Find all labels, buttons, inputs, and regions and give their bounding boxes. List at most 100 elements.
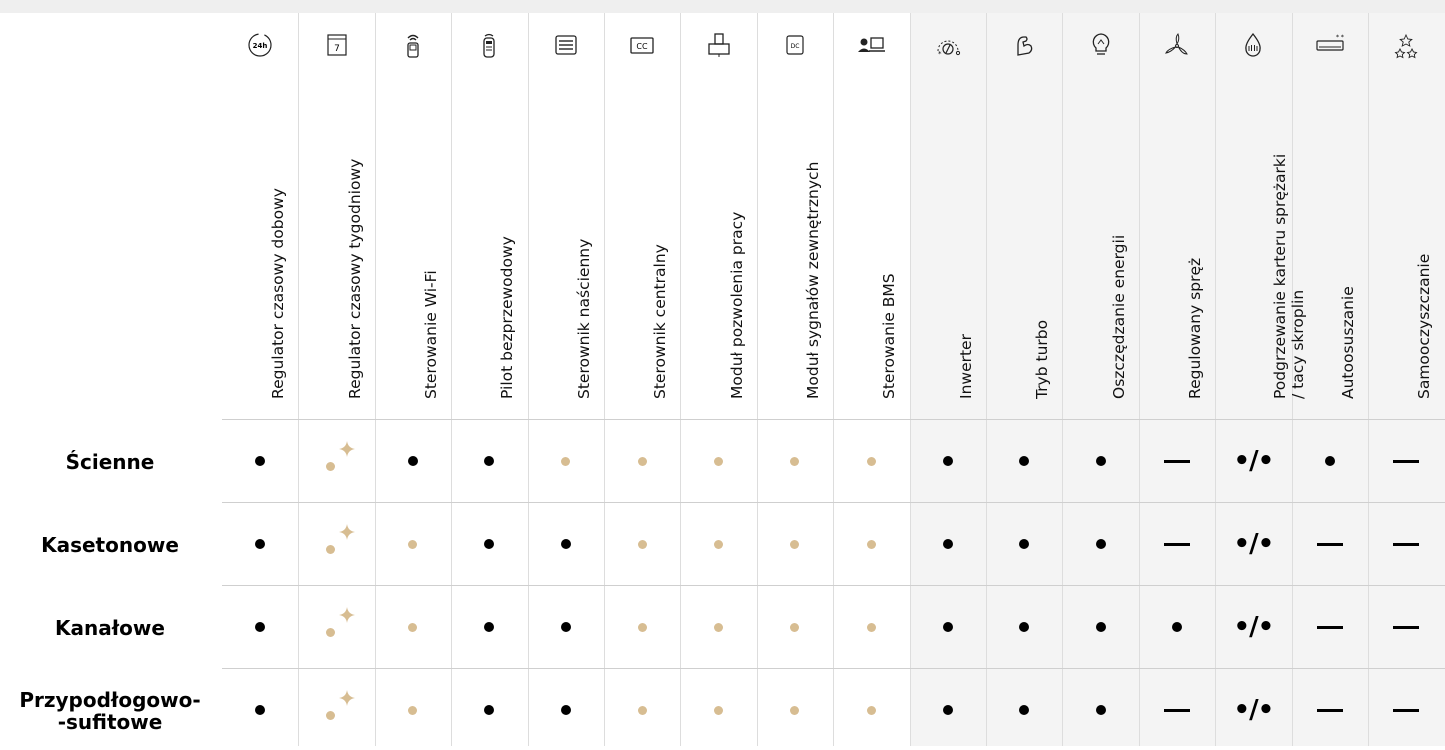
available-dot bbox=[1324, 456, 1335, 466]
table-cell bbox=[680, 670, 756, 750]
table-cell bbox=[833, 504, 909, 584]
not-available-dash bbox=[1316, 542, 1343, 546]
table-cell bbox=[1368, 421, 1444, 501]
available-dot bbox=[942, 705, 953, 715]
table-cell bbox=[1139, 670, 1215, 750]
optional-dot bbox=[325, 711, 335, 720]
sparkle-stars-icon bbox=[1392, 31, 1420, 59]
column-header-label: Tryb turbo bbox=[1033, 319, 1052, 399]
table-cell bbox=[222, 421, 298, 501]
table-cell bbox=[1292, 587, 1368, 667]
table-cell bbox=[757, 587, 833, 667]
available-dot bbox=[942, 622, 953, 632]
column-header: Tryb turbo bbox=[986, 13, 1062, 419]
table-cell bbox=[1062, 504, 1138, 584]
row-divider bbox=[222, 668, 1445, 669]
not-available-dash bbox=[1316, 625, 1343, 629]
available-dot bbox=[255, 622, 266, 632]
optional-dot bbox=[408, 622, 418, 632]
column-header: Regulowany spręż bbox=[1139, 13, 1215, 419]
table-cell bbox=[757, 421, 833, 501]
svg-text:*: * bbox=[938, 50, 942, 58]
work-permit-module-icon bbox=[705, 31, 733, 59]
available-dot bbox=[1095, 456, 1106, 466]
available-dot bbox=[255, 539, 266, 549]
heating-drop-icon bbox=[1239, 31, 1267, 59]
table-cell bbox=[222, 504, 298, 584]
optional-dot bbox=[714, 456, 724, 466]
fan-icon bbox=[1163, 31, 1191, 59]
column-header-label: Regulowany spręż bbox=[1185, 257, 1204, 399]
row-divider bbox=[222, 502, 1445, 503]
table-cell bbox=[604, 587, 680, 667]
table-cell bbox=[833, 421, 909, 501]
top-bar bbox=[0, 0, 1445, 13]
available-dot bbox=[1019, 456, 1030, 466]
table-cell bbox=[986, 587, 1062, 667]
optional-dot bbox=[714, 705, 724, 715]
optional-dot bbox=[637, 539, 647, 549]
table-cell bbox=[604, 670, 680, 750]
remote-control-icon bbox=[475, 31, 503, 59]
table-cell bbox=[986, 421, 1062, 501]
optional-dot bbox=[866, 539, 876, 549]
optional-dot bbox=[714, 539, 724, 549]
table-cell bbox=[528, 421, 604, 501]
table-cell bbox=[451, 421, 527, 501]
optional-new-marker bbox=[325, 524, 355, 556]
column-header-label: Sterowanie Wi-Fi bbox=[421, 270, 440, 399]
table-cell bbox=[1292, 421, 1368, 501]
sparkle-icon bbox=[338, 607, 355, 623]
not-available-dash bbox=[1393, 708, 1420, 712]
table-cell bbox=[1368, 587, 1444, 667]
not-available-dash bbox=[1163, 542, 1190, 546]
dot-slash-dot: •/• bbox=[1233, 529, 1275, 559]
table-cell bbox=[1292, 504, 1368, 584]
optional-dot bbox=[325, 628, 335, 637]
column-header-label: Regulator czasowy tygodniowy bbox=[345, 158, 364, 399]
available-dot bbox=[560, 622, 571, 632]
table-cell bbox=[298, 421, 374, 501]
optional-new-marker bbox=[325, 441, 355, 473]
table-cell: •/• bbox=[1215, 504, 1291, 584]
wifi-remote-icon bbox=[399, 31, 427, 59]
table-cell bbox=[1292, 670, 1368, 750]
optional-dot bbox=[790, 539, 800, 549]
table-cell bbox=[910, 504, 986, 584]
air-conditioner-icon: * * bbox=[1316, 31, 1344, 59]
available-dot bbox=[255, 456, 266, 466]
table-cell bbox=[1368, 504, 1444, 584]
dot-slash-dot: •/• bbox=[1233, 446, 1275, 476]
table-cell bbox=[375, 421, 451, 501]
column-header: Podgrzewanie karteru sprężarki / tacy sk… bbox=[1215, 13, 1307, 419]
table-cell bbox=[986, 504, 1062, 584]
not-available-dash bbox=[1316, 708, 1343, 712]
table-cell bbox=[604, 504, 680, 584]
table-cell bbox=[910, 587, 986, 667]
row-label: Kasetonowe bbox=[41, 533, 179, 557]
table-cell bbox=[680, 587, 756, 667]
column-header: 24h Regulator czasowy dobowy bbox=[222, 13, 298, 419]
optional-new-marker bbox=[325, 690, 355, 722]
table-cell bbox=[1139, 587, 1215, 667]
available-dot bbox=[942, 539, 953, 549]
column-header: Sterowanie Wi-Fi bbox=[375, 13, 451, 419]
column-header-label: Autoosuszanie bbox=[1338, 286, 1357, 399]
available-dot bbox=[1019, 705, 1030, 715]
table-cell bbox=[451, 504, 527, 584]
optional-dot bbox=[325, 462, 335, 471]
svg-text:24h: 24h bbox=[253, 42, 268, 50]
available-dot bbox=[560, 705, 571, 715]
wall-controller-icon bbox=[552, 31, 580, 59]
optional-dot bbox=[637, 456, 647, 466]
not-available-dash bbox=[1393, 625, 1420, 629]
available-dot bbox=[484, 456, 495, 466]
table-cell: •/• bbox=[1215, 421, 1291, 501]
table-cell bbox=[1368, 670, 1444, 750]
table-cell: •/• bbox=[1215, 670, 1291, 750]
row-label: Ścienne bbox=[65, 450, 155, 474]
external-signal-module-icon: DC bbox=[781, 31, 809, 59]
not-available-dash bbox=[1163, 708, 1190, 712]
table-cell bbox=[1139, 504, 1215, 584]
not-available-dash bbox=[1393, 542, 1420, 546]
